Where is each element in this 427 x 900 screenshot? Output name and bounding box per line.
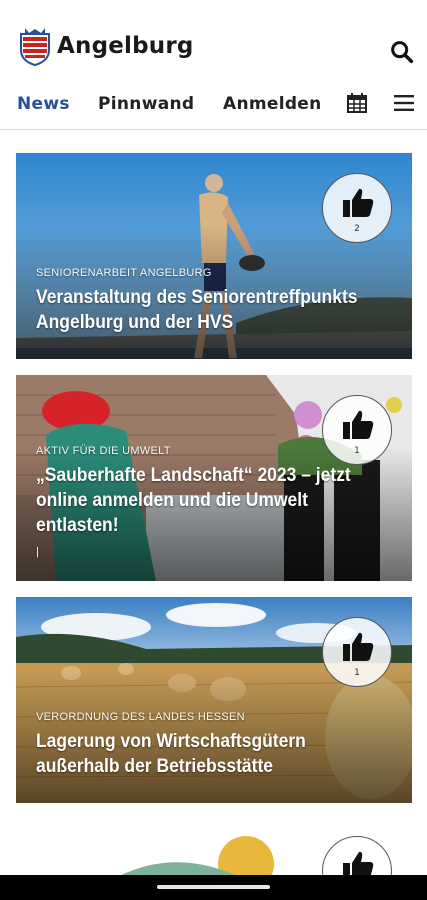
card-category: AKTIV FÜR DIE UMWELT <box>36 445 171 457</box>
app-title: Angelburg <box>57 33 194 59</box>
hessen-crest-icon <box>20 28 50 66</box>
like-count: 1 <box>354 668 360 678</box>
card-title: Veranstaltung des Seniorentreffpunkts An… <box>36 287 358 333</box>
tab-pinnwand[interactable]: Pinnwand <box>98 94 194 114</box>
search-icon[interactable] <box>388 38 416 66</box>
thumbs-up-icon <box>343 632 374 661</box>
card-text: SENIORENARBEIT ANGELBURG Veranstaltung d… <box>36 267 392 335</box>
tab-news[interactable]: News <box>17 94 70 114</box>
card-title: Lagerung von Wirtschaftsgütern außerhalb… <box>36 731 306 777</box>
app-header: Angelburg <box>0 0 427 80</box>
thumbs-up-icon <box>343 188 374 217</box>
like-button[interactable]: 2 <box>322 173 392 243</box>
system-navigation-bar <box>0 875 427 900</box>
news-card[interactable]: 2 SENIORENARBEIT ANGELBURG Veranstaltung… <box>16 153 412 359</box>
card-category: VERORDNUNG DES LANDES HESSEN <box>36 711 245 723</box>
card-title: „Sauberhafte Landschaft“ 2023 – jetzt on… <box>36 465 351 536</box>
news-card[interactable]: 1 VERORDNUNG DES LANDES HESSEN Lagerung … <box>16 597 412 803</box>
like-count: 2 <box>354 224 360 234</box>
tab-anmelden[interactable]: Anmelden <box>223 94 322 114</box>
thumbs-up-icon <box>343 410 374 439</box>
card-extra: | <box>36 546 39 558</box>
card-text: VERORDNUNG DES LANDES HESSEN Lagerung vo… <box>36 711 392 779</box>
calendar-icon[interactable] <box>346 92 368 114</box>
home-gesture-handle[interactable] <box>157 885 270 889</box>
like-button[interactable]: 1 <box>322 617 392 687</box>
card-category: SENIORENARBEIT ANGELBURG <box>36 267 212 279</box>
card-text: AKTIV FÜR DIE UMWELT „Sauberhafte Landsc… <box>36 445 392 558</box>
news-card[interactable]: 1 AKTIV FÜR DIE UMWELT „Sauberhafte Land… <box>16 375 412 581</box>
hamburger-menu-icon[interactable] <box>394 94 414 112</box>
